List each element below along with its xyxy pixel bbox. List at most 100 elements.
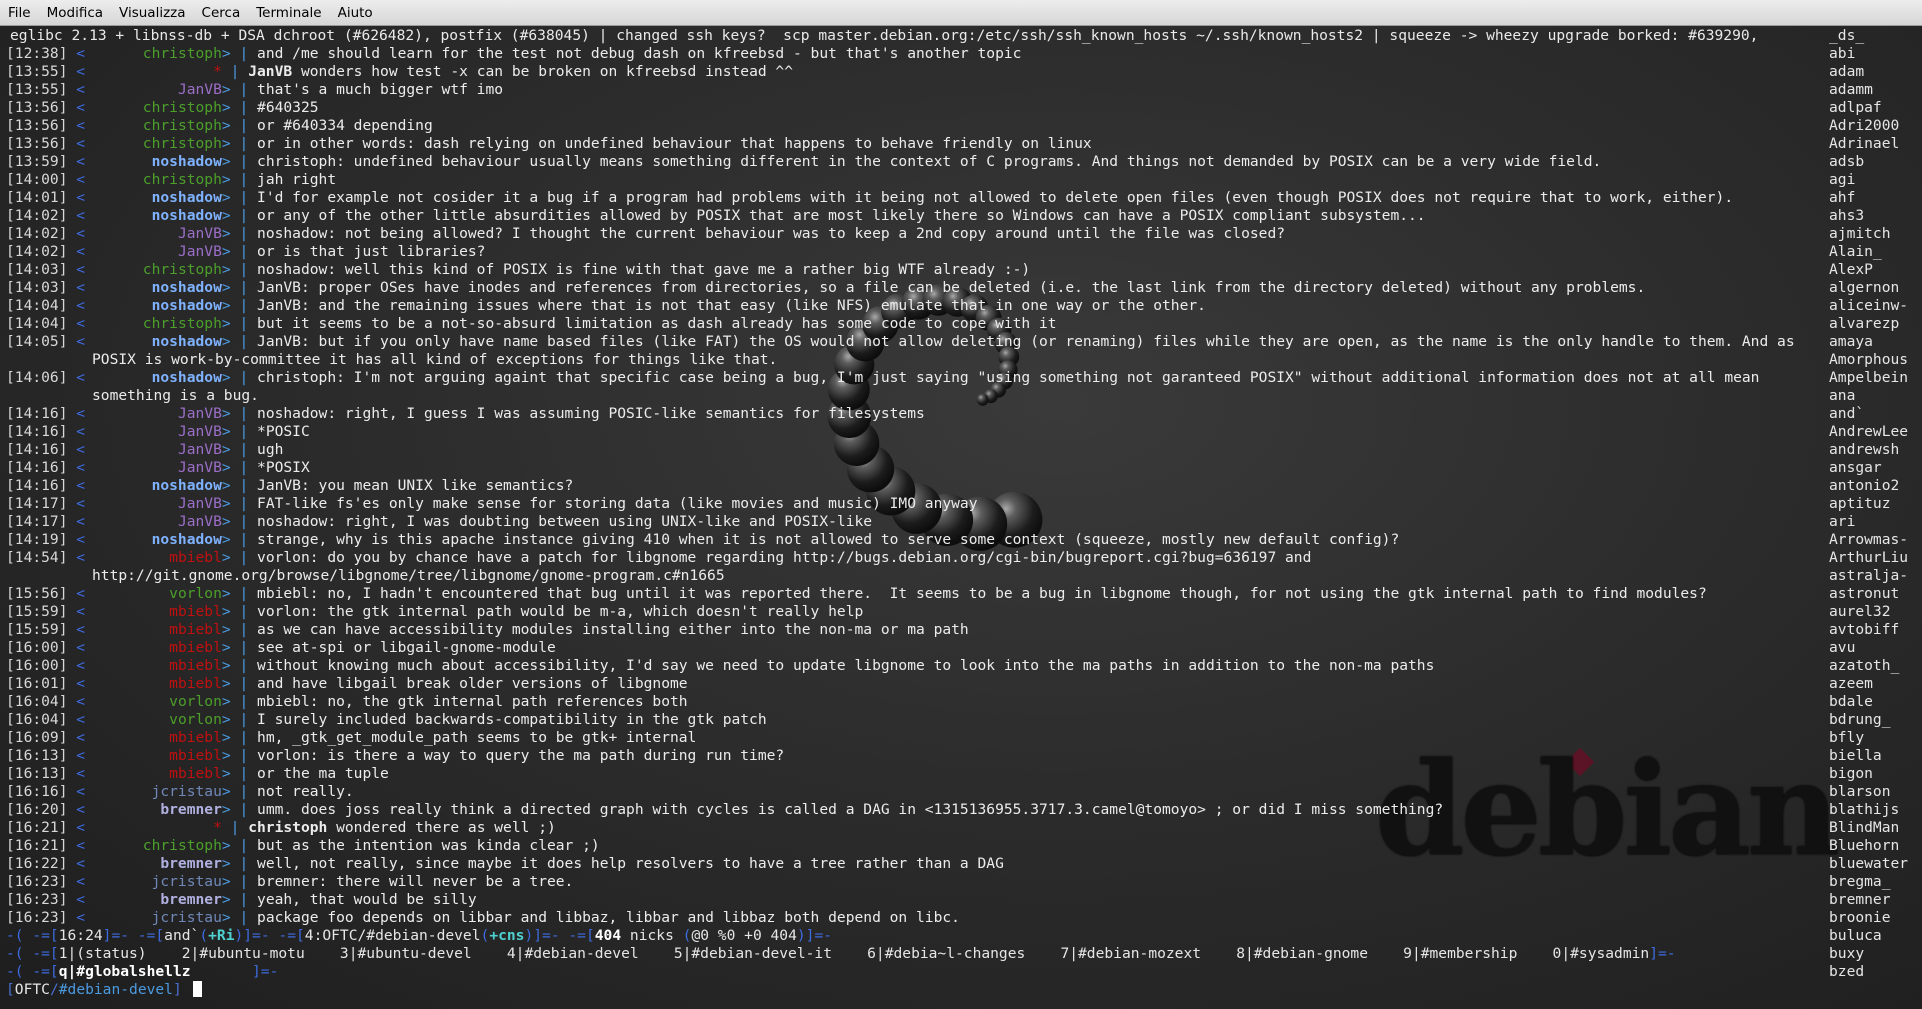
message-nick[interactable]: noshadow [94, 333, 222, 351]
nick-list-item[interactable]: bzed [1829, 963, 1864, 981]
nick-list-item[interactable]: bdrung_ [1829, 711, 1891, 729]
message-nick[interactable]: christoph [94, 117, 222, 135]
nick-list-item[interactable]: AndrewLee [1829, 423, 1908, 441]
message-nick[interactable]: JanVB [94, 513, 222, 531]
message-nick[interactable]: JanVB [94, 441, 222, 459]
message-nick[interactable]: vorlon [94, 585, 222, 603]
nick-list-item[interactable]: ahs3 [1829, 207, 1864, 225]
message-nick[interactable]: * [94, 819, 222, 837]
irssi-terminal[interactable]: eglibc 2.13 + libnss-db + DSA dchroot (#… [6, 27, 1916, 1007]
menu-view[interactable]: Visualizza [111, 5, 194, 21]
message-nick[interactable]: bremner [94, 801, 222, 819]
status-active-window[interactable]: q|#globalshellz [59, 963, 191, 980]
message-nick[interactable]: christoph [94, 135, 222, 153]
nick-list-item[interactable]: biella [1829, 747, 1882, 765]
message-nick[interactable]: christoph [94, 171, 222, 189]
message-nick[interactable]: noshadow [94, 477, 222, 495]
nick-list-item[interactable]: adsb [1829, 153, 1864, 171]
message-nick[interactable]: mbiebl [94, 549, 222, 567]
menu-terminal[interactable]: Terminale [248, 5, 329, 21]
window-tab[interactable]: 4|#debian-devel [507, 945, 639, 962]
window-tab[interactable]: 5|#debian-devel-it [674, 945, 832, 962]
nick-list-item[interactable]: blarson [1829, 783, 1891, 801]
window-tab[interactable]: 6|#debia~l-changes [867, 945, 1025, 962]
message-nick[interactable]: bremner [94, 891, 222, 909]
message-nick[interactable]: JanVB [94, 495, 222, 513]
nick-list-item[interactable]: agi [1829, 171, 1855, 189]
nick-list-item[interactable]: bdale [1829, 693, 1873, 711]
nick-list-item[interactable]: _ds_ [1829, 27, 1864, 45]
nick-list-item[interactable]: aliceinw- [1829, 297, 1908, 315]
nick-list-item[interactable]: abi [1829, 45, 1855, 63]
nick-list-item[interactable]: aurel32 [1829, 603, 1891, 621]
nick-list-item[interactable]: algernon [1829, 279, 1899, 297]
message-nick[interactable]: mbiebl [94, 621, 222, 639]
nick-list-item[interactable]: Ampelbein [1829, 369, 1908, 387]
message-nick[interactable]: JanVB [94, 423, 222, 441]
nick-list-item[interactable]: astronut [1829, 585, 1899, 603]
nick-list-item[interactable]: bregma_ [1829, 873, 1891, 891]
message-nick[interactable]: noshadow [94, 531, 222, 549]
window-tab[interactable]: 2|#ubuntu-motu [182, 945, 305, 962]
nick-list-item[interactable]: ana [1829, 387, 1855, 405]
nick-list-item[interactable]: ajmitch [1829, 225, 1891, 243]
nick-list-item[interactable]: buluca [1829, 927, 1882, 945]
message-nick[interactable]: christoph [94, 837, 222, 855]
nick-list-item[interactable]: adam [1829, 63, 1864, 81]
input-prompt[interactable]: [OFTC/#debian-devel] [6, 981, 202, 999]
nick-list-item[interactable]: Adrinael [1829, 135, 1899, 153]
message-nick[interactable]: christoph [94, 315, 222, 333]
message-nick[interactable]: JanVB [94, 243, 222, 261]
message-nick[interactable]: JanVB [94, 225, 222, 243]
message-nick[interactable]: mbiebl [94, 657, 222, 675]
message-nick[interactable]: * [94, 63, 222, 81]
message-nick[interactable]: noshadow [94, 153, 222, 171]
menu-edit[interactable]: Modifica [39, 5, 111, 21]
message-nick[interactable]: mbiebl [94, 675, 222, 693]
menu-search[interactable]: Cerca [194, 5, 249, 21]
nick-list-item[interactable]: ahf [1829, 189, 1855, 207]
message-nick[interactable]: JanVB [94, 405, 222, 423]
message-nick[interactable]: mbiebl [94, 765, 222, 783]
nick-list-item[interactable]: Amorphous [1829, 351, 1908, 369]
nick-list-item[interactable]: Adri2000 [1829, 117, 1899, 135]
window-tab[interactable]: 0|#sysadmin [1553, 945, 1650, 962]
nick-list-item[interactable]: andrewsh [1829, 441, 1899, 459]
message-nick[interactable]: noshadow [94, 369, 222, 387]
nick-list-item[interactable]: adlpaf [1829, 99, 1882, 117]
message-nick[interactable]: christoph [94, 99, 222, 117]
nick-list-item[interactable]: avu [1829, 639, 1855, 657]
message-nick[interactable]: noshadow [94, 207, 222, 225]
nick-list-item[interactable]: aptituz [1829, 495, 1891, 513]
message-nick[interactable]: jcristau [94, 873, 222, 891]
message-nick[interactable]: noshadow [94, 189, 222, 207]
message-nick[interactable]: bremner [94, 855, 222, 873]
message-nick[interactable]: mbiebl [94, 639, 222, 657]
nick-list-item[interactable]: broonie [1829, 909, 1891, 927]
window-tab[interactable]: 1|(status) [59, 945, 147, 962]
nick-list-item[interactable]: blathijs [1829, 801, 1899, 819]
menu-file[interactable]: File [0, 5, 39, 21]
message-nick[interactable]: mbiebl [94, 729, 222, 747]
message-nick[interactable]: JanVB [94, 81, 222, 99]
window-tab[interactable]: 3|#ubuntu-devel [340, 945, 472, 962]
message-nick[interactable]: jcristau [94, 909, 222, 927]
nick-list-item[interactable]: astralja- [1829, 567, 1908, 585]
nick-list-item[interactable]: Arrowmas- [1829, 531, 1908, 549]
nick-list-item[interactable]: amaya [1829, 333, 1873, 351]
menu-help[interactable]: Aiuto [330, 5, 381, 21]
nick-list-item[interactable]: ansgar [1829, 459, 1882, 477]
nick-list-item[interactable]: adamm [1829, 81, 1873, 99]
message-nick[interactable]: vorlon [94, 693, 222, 711]
nick-list-item[interactable]: alvarezp [1829, 315, 1899, 333]
nick-list-item[interactable]: azatoth_ [1829, 657, 1899, 675]
nick-list-item[interactable]: azeem [1829, 675, 1873, 693]
nick-list-item[interactable]: Bluehorn [1829, 837, 1899, 855]
message-nick[interactable]: vorlon [94, 711, 222, 729]
message-nick[interactable]: christoph [94, 45, 222, 63]
nick-list-item[interactable]: avtobiff [1829, 621, 1899, 639]
window-tab[interactable]: 9|#membership [1403, 945, 1517, 962]
nick-list-item[interactable]: BlindMan [1829, 819, 1899, 837]
nick-list-item[interactable]: antonio2 [1829, 477, 1899, 495]
nick-list-item[interactable]: and` [1829, 405, 1864, 423]
